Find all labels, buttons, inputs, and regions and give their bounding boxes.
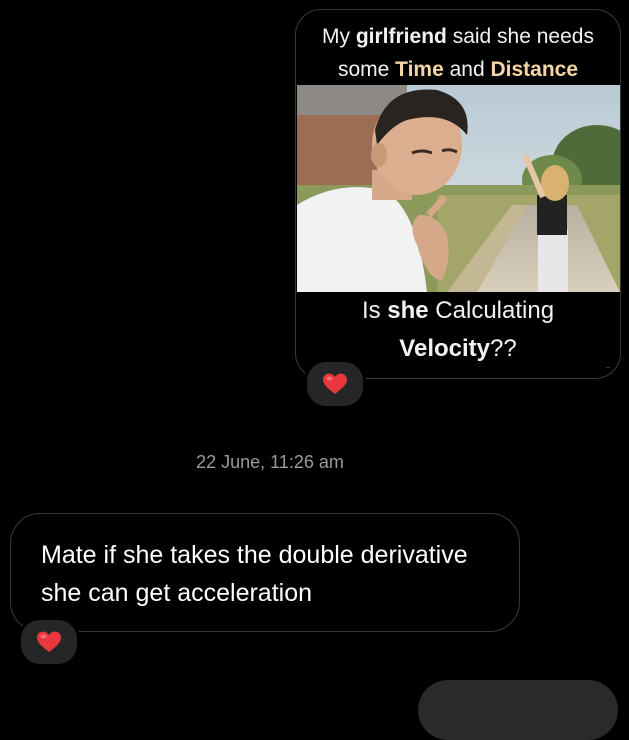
message-timestamp: 22 June, 11:26 am — [196, 452, 344, 472]
message-text: Mate if she takes the double derivative … — [41, 541, 468, 607]
meme-photo — [297, 85, 620, 292]
heart-icon — [323, 373, 347, 394]
sent-message-bubble[interactable] — [418, 680, 618, 740]
meme-watermark: ~ — [605, 365, 610, 372]
meme-bottom-caption: Is she Calculating Velocity?? — [361, 297, 555, 362]
heart-icon — [37, 631, 61, 652]
received-message-bubble[interactable]: Mate if she takes the double derivative … — [10, 513, 520, 632]
reply-reaction[interactable] — [18, 617, 80, 667]
meme-reaction[interactable] — [304, 359, 366, 409]
shared-meme-message[interactable]: My girlfriend said she needs some Time a… — [295, 9, 621, 379]
meme-top-caption: My girlfriend said she needs some Time a… — [322, 25, 594, 81]
